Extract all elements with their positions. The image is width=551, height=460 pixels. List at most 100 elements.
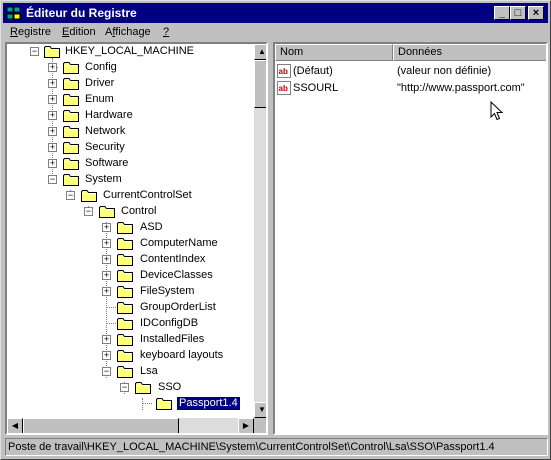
expand-icon[interactable]: +: [48, 143, 57, 152]
folder-icon: [63, 62, 79, 74]
value-row[interactable]: (Défaut) (valeur non définie): [275, 63, 546, 80]
expand-icon[interactable]: +: [48, 111, 57, 120]
expand-icon[interactable]: +: [102, 287, 111, 296]
open-folder-icon: [44, 46, 60, 58]
collapse-icon[interactable]: −: [120, 383, 129, 392]
folder-icon: [63, 126, 79, 138]
menu-bar: Registre Edition Affichage ?: [3, 24, 548, 42]
title-bar[interactable]: Éditeur du Registre _ □ ×: [3, 3, 548, 23]
open-folder-icon: [99, 206, 115, 218]
collapse-icon[interactable]: −: [30, 47, 39, 56]
collapse-icon[interactable]: −: [102, 367, 111, 376]
tree-vertical-scrollbar[interactable]: ▲ ▼: [254, 44, 266, 418]
menu-help[interactable]: ?: [163, 26, 169, 38]
values-list-pane[interactable]: Nom Données (Défaut) (valeur non définie…: [273, 42, 548, 435]
expand-icon[interactable]: +: [48, 63, 57, 72]
string-value-icon: [277, 81, 291, 95]
open-folder-icon: [135, 382, 151, 394]
tree-node-label: SSO: [158, 381, 182, 393]
tree-node-hklm[interactable]: − HKEY_LOCAL_MACHINE: [7, 44, 252, 60]
folder-icon: [63, 94, 79, 106]
expand-icon[interactable]: +: [102, 255, 111, 264]
tree-node-label: keyboard layouts: [140, 349, 224, 361]
tree-node-passport[interactable]: Passport1.4: [7, 396, 252, 412]
expand-icon[interactable]: +: [48, 79, 57, 88]
tree-node-software[interactable]: + Software: [7, 156, 252, 172]
maximize-button[interactable]: □: [510, 6, 526, 20]
collapse-icon[interactable]: −: [84, 207, 93, 216]
close-icon: ×: [532, 7, 540, 19]
tree-node-system[interactable]: − System: [7, 172, 252, 188]
scroll-left-button[interactable]: ◀: [7, 418, 23, 433]
tree-node-label: Network: [85, 125, 126, 137]
menu-registre[interactable]: Registre: [10, 26, 51, 38]
tree-node-config[interactable]: + Config: [7, 60, 252, 76]
key-tree-pane[interactable]: − HKEY_LOCAL_MACHINE + Config + Driver +…: [5, 42, 268, 435]
collapse-icon[interactable]: −: [48, 175, 57, 184]
value-name: SSOURL: [293, 82, 339, 94]
tree-node-hardware[interactable]: + Hardware: [7, 108, 252, 124]
tree-node-label-selected: Passport1.4: [176, 396, 241, 411]
tree-node-lsa[interactable]: − Lsa: [7, 364, 252, 380]
tree-connector: [142, 403, 152, 404]
folder-icon: [117, 238, 133, 250]
close-button[interactable]: ×: [528, 6, 544, 20]
tree-node-deviceclasses[interactable]: + DeviceClasses: [7, 268, 252, 284]
tree-node-driver[interactable]: + Driver: [7, 76, 252, 92]
folder-icon: [117, 254, 133, 266]
column-header-name[interactable]: Nom: [275, 44, 393, 61]
tree-node-label: ASD: [140, 221, 163, 233]
scroll-down-button[interactable]: ▼: [254, 402, 266, 418]
open-folder-icon: [63, 174, 79, 186]
expand-icon[interactable]: +: [102, 351, 111, 360]
tree-node-asd[interactable]: + ASD: [7, 220, 252, 236]
open-folder-icon: [81, 190, 97, 202]
tree-node-currentcontrolset[interactable]: − CurrentControlSet: [7, 188, 252, 204]
tree-node-grouporderlist[interactable]: GroupOrderList: [7, 300, 252, 316]
scroll-right-button[interactable]: ▶: [238, 418, 254, 433]
tree-node-keyboard-layouts[interactable]: + keyboard layouts: [7, 348, 252, 364]
string-value-icon: [277, 64, 291, 78]
tree-node-network[interactable]: + Network: [7, 124, 252, 140]
expand-icon[interactable]: +: [102, 271, 111, 280]
tree-node-label: GroupOrderList: [140, 301, 216, 313]
tree-horizontal-scrollbar[interactable]: ◀ ▶: [7, 418, 254, 433]
folder-icon: [117, 302, 133, 314]
tree-node-enum[interactable]: + Enum: [7, 92, 252, 108]
expand-icon[interactable]: +: [48, 159, 57, 168]
value-data: "http://www.passport.com": [397, 82, 525, 94]
menu-edition[interactable]: Edition: [62, 26, 96, 38]
tree-node-label: Config: [85, 61, 117, 73]
tree-node-security[interactable]: + Security: [7, 140, 252, 156]
tree-node-filesystem[interactable]: + FileSystem: [7, 284, 252, 300]
folder-icon: [63, 142, 79, 154]
tree-node-computername[interactable]: + ComputerName: [7, 236, 252, 252]
collapse-icon[interactable]: −: [66, 191, 75, 200]
tree-node-installedfiles[interactable]: + InstalledFiles: [7, 332, 252, 348]
registry-app-icon[interactable]: [6, 5, 22, 21]
tree-node-contentindex[interactable]: + ContentIndex: [7, 252, 252, 268]
tree-node-label: Lsa: [140, 365, 158, 377]
expand-icon[interactable]: +: [102, 223, 111, 232]
tree-node-label: ContentIndex: [140, 253, 206, 265]
tree-node-control[interactable]: − Control: [7, 204, 252, 220]
tree-node-label: InstalledFiles: [140, 333, 205, 345]
tree-node-label: DeviceClasses: [140, 269, 213, 281]
expand-icon[interactable]: +: [48, 95, 57, 104]
minimize-button[interactable]: _: [494, 6, 510, 20]
folder-icon: [117, 270, 133, 282]
expand-icon[interactable]: +: [48, 127, 57, 136]
horizontal-scroll-thumb[interactable]: [23, 418, 179, 433]
scroll-up-button[interactable]: ▲: [254, 44, 266, 60]
tree-node-sso[interactable]: − SSO: [7, 380, 252, 396]
expand-icon[interactable]: +: [102, 335, 111, 344]
vertical-scroll-thumb[interactable]: [254, 60, 266, 108]
tree-node-label: Enum: [85, 93, 114, 105]
expand-icon[interactable]: +: [102, 239, 111, 248]
tree-node-idconfigdb[interactable]: IDConfigDB: [7, 316, 252, 332]
tree-node-label: Control: [121, 205, 157, 217]
value-row[interactable]: SSOURL "http://www.passport.com": [275, 80, 546, 97]
folder-icon: [63, 158, 79, 170]
menu-affichage[interactable]: Affichage: [105, 26, 151, 38]
column-header-data[interactable]: Données: [393, 44, 546, 61]
